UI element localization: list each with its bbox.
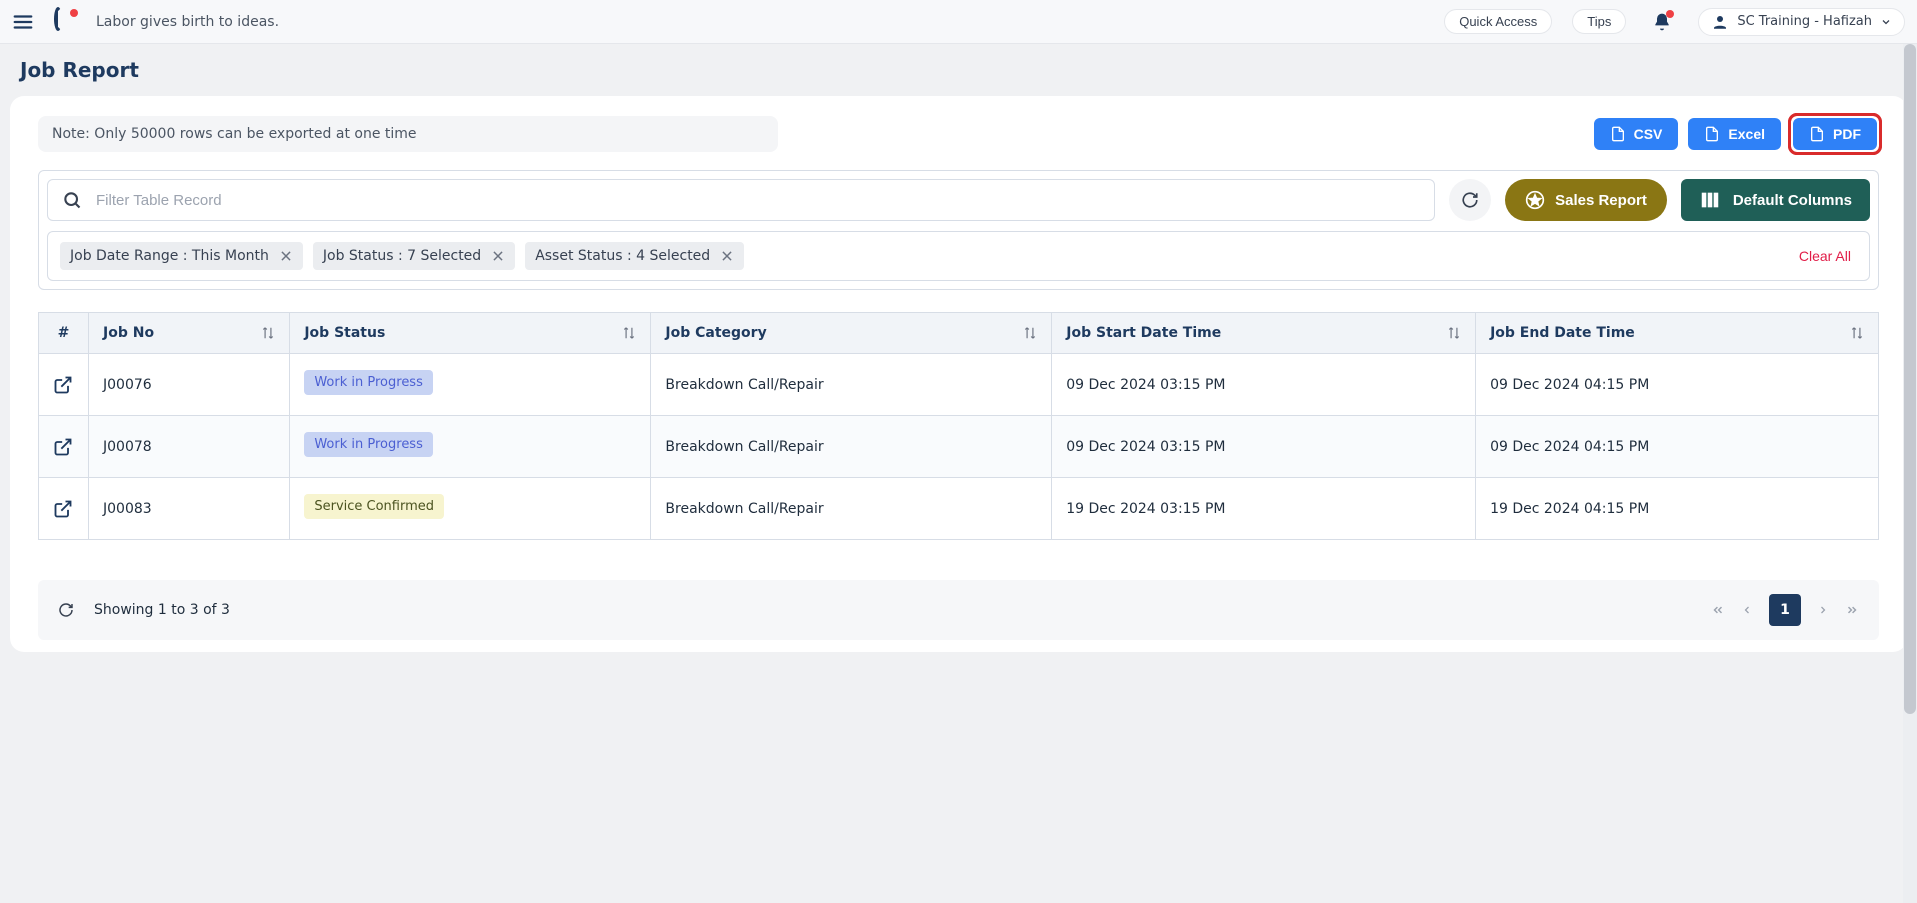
cell-start: 09 Dec 2024 03:15 PM xyxy=(1052,416,1476,478)
status-badge: Service Confirmed xyxy=(304,494,444,519)
default-columns-label: Default Columns xyxy=(1733,192,1852,209)
scrollbar[interactable] xyxy=(1903,44,1917,903)
close-icon[interactable] xyxy=(279,249,293,263)
sales-report-label: Sales Report xyxy=(1555,192,1647,209)
chip-label: Job Date Range : This Month xyxy=(70,248,269,264)
scrollbar-thumb[interactable] xyxy=(1904,44,1916,714)
file-icon xyxy=(1809,126,1825,142)
app-logo[interactable] xyxy=(54,11,76,33)
file-icon xyxy=(1610,126,1626,142)
chip-label: Job Status : 7 Selected xyxy=(323,248,481,264)
pdf-label: PDF xyxy=(1833,126,1861,142)
sort-icon[interactable] xyxy=(622,326,636,340)
open-row-cell xyxy=(39,416,89,478)
pdf-highlight-box: PDF xyxy=(1791,116,1879,152)
pagination-bar: Showing 1 to 3 of 3 1 xyxy=(38,580,1879,640)
col-job-no[interactable]: Job No xyxy=(89,313,290,354)
cell-job-category: Breakdown Call/Repair xyxy=(651,416,1052,478)
table-row: J00078 Work in Progress Breakdown Call/Rep… xyxy=(39,416,1879,478)
star-icon xyxy=(1525,190,1545,210)
default-columns-button[interactable]: Default Columns xyxy=(1681,179,1870,221)
cell-job-status: Work in Progress xyxy=(290,416,651,478)
sort-icon[interactable] xyxy=(1023,326,1037,340)
page-first-icon[interactable] xyxy=(1711,603,1725,617)
open-row-cell xyxy=(39,478,89,540)
table-row: J00083 Service Confirmed Breakdown Call/Re… xyxy=(39,478,1879,540)
close-icon[interactable] xyxy=(491,249,505,263)
sort-icon[interactable] xyxy=(1447,326,1461,340)
col-job-category[interactable]: Job Category xyxy=(651,313,1052,354)
col-end[interactable]: Job End Date Time xyxy=(1476,313,1879,354)
col-job-status[interactable]: Job Status xyxy=(290,313,651,354)
quick-access-button[interactable]: Quick Access xyxy=(1444,9,1552,34)
columns-icon xyxy=(1699,189,1721,211)
open-in-new-icon[interactable] xyxy=(53,375,74,395)
filter-chip-date-range[interactable]: Job Date Range : This Month xyxy=(60,242,303,270)
export-csv-button[interactable]: CSV xyxy=(1594,118,1679,150)
csv-label: CSV xyxy=(1634,126,1663,142)
cell-end: 09 Dec 2024 04:15 PM xyxy=(1476,416,1879,478)
cell-start: 09 Dec 2024 03:15 PM xyxy=(1052,354,1476,416)
chevron-down-icon xyxy=(1880,16,1892,28)
open-in-new-icon[interactable] xyxy=(53,437,74,457)
cell-job-category: Breakdown Call/Repair xyxy=(651,354,1052,416)
sort-icon[interactable] xyxy=(261,326,275,340)
cell-end: 09 Dec 2024 04:15 PM xyxy=(1476,354,1879,416)
col-start[interactable]: Job Start Date Time xyxy=(1052,313,1476,354)
close-icon[interactable] xyxy=(720,249,734,263)
user-icon xyxy=(1711,13,1729,31)
status-badge: Work in Progress xyxy=(304,432,433,457)
notifications-icon[interactable] xyxy=(1652,12,1672,32)
search-box[interactable] xyxy=(47,179,1435,221)
search-input[interactable] xyxy=(94,191,1420,210)
cell-start: 19 Dec 2024 03:15 PM xyxy=(1052,478,1476,540)
refresh-icon xyxy=(1461,191,1479,209)
page-title: Job Report xyxy=(0,44,1917,96)
cell-job-no: J00078 xyxy=(89,416,290,478)
cell-end: 19 Dec 2024 04:15 PM xyxy=(1476,478,1879,540)
job-table: # Job No Job Status Job Category xyxy=(38,312,1879,540)
hamburger-icon[interactable] xyxy=(12,11,34,33)
export-note: Note: Only 50000 rows can be exported at… xyxy=(38,116,778,152)
search-icon xyxy=(62,190,82,210)
page-next-icon[interactable] xyxy=(1817,604,1829,616)
file-icon xyxy=(1704,126,1720,142)
sort-icon[interactable] xyxy=(1850,326,1864,340)
showing-text: Showing 1 to 3 of 3 xyxy=(94,602,230,618)
export-pdf-button[interactable]: PDF xyxy=(1793,118,1877,150)
table-row: J00076 Work in Progress Breakdown Call/Rep… xyxy=(39,354,1879,416)
page-prev-icon[interactable] xyxy=(1741,604,1753,616)
export-toolbar: Note: Only 50000 rows can be exported at… xyxy=(38,116,1879,152)
open-row-cell xyxy=(39,354,89,416)
filter-chip-job-status[interactable]: Job Status : 7 Selected xyxy=(313,242,515,270)
col-hash: # xyxy=(39,313,89,354)
notification-dot-icon xyxy=(1666,10,1674,18)
refresh-filter-button[interactable] xyxy=(1449,179,1491,221)
user-menu[interactable]: SC Training - Hafizah xyxy=(1698,8,1905,36)
filter-chips-row: Job Date Range : This Month Job Status :… xyxy=(47,231,1870,281)
tips-button[interactable]: Tips xyxy=(1572,9,1626,34)
motto-text: Labor gives birth to ideas. xyxy=(96,14,279,30)
page-current[interactable]: 1 xyxy=(1769,594,1801,626)
user-label: SC Training - Hafizah xyxy=(1737,14,1872,29)
cell-job-no: J00083 xyxy=(89,478,290,540)
sales-report-button[interactable]: Sales Report xyxy=(1505,179,1667,221)
reload-icon[interactable] xyxy=(58,602,74,618)
clear-all-button[interactable]: Clear All xyxy=(1793,247,1857,265)
cell-job-status: Service Confirmed xyxy=(290,478,651,540)
top-bar: Labor gives birth to ideas. Quick Access… xyxy=(0,0,1917,44)
status-badge: Work in Progress xyxy=(304,370,433,395)
cell-job-no: J00076 xyxy=(89,354,290,416)
chip-label: Asset Status : 4 Selected xyxy=(535,248,710,264)
cell-job-status: Work in Progress xyxy=(290,354,651,416)
filter-panel: Sales Report Default Columns Job Date Ra… xyxy=(38,170,1879,290)
filter-chip-asset-status[interactable]: Asset Status : 4 Selected xyxy=(525,242,744,270)
export-excel-button[interactable]: Excel xyxy=(1688,118,1781,150)
pager: 1 xyxy=(1711,594,1859,626)
page-last-icon[interactable] xyxy=(1845,603,1859,617)
cell-job-category: Breakdown Call/Repair xyxy=(651,478,1052,540)
open-in-new-icon[interactable] xyxy=(53,499,74,519)
report-card: Note: Only 50000 rows can be exported at… xyxy=(10,96,1907,652)
excel-label: Excel xyxy=(1728,126,1765,142)
